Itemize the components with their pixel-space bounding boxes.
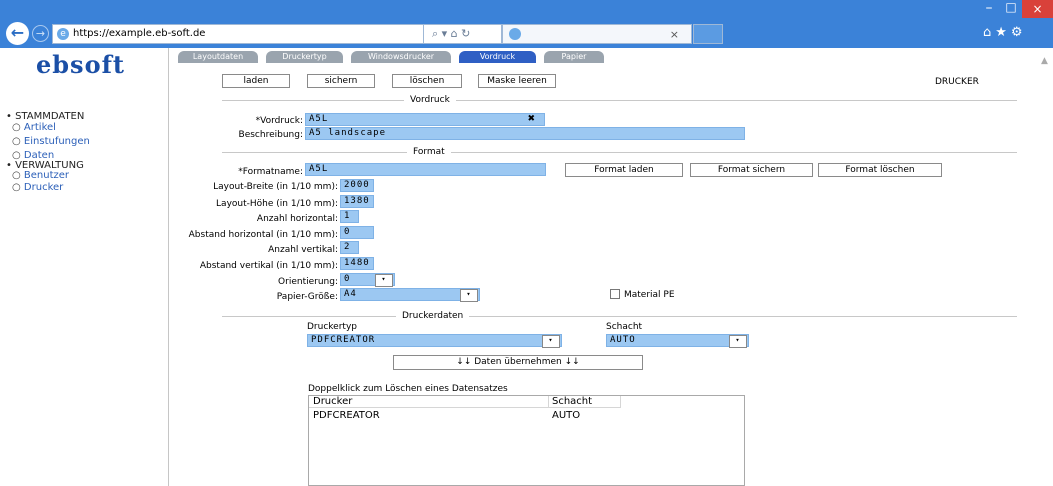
forward-arrow-icon[interactable]: →: [32, 25, 49, 42]
separator: [222, 152, 1017, 153]
material-pe-checkbox[interactable]: [610, 289, 620, 299]
formatname-field[interactable]: A5L: [305, 163, 546, 176]
loeschen-button[interactable]: löschen: [392, 74, 462, 88]
ebsoft-logo: ebsoft: [36, 50, 125, 79]
chevron-down-icon[interactable]: ▾: [375, 274, 393, 287]
formatname-label: *Formatname:: [238, 167, 303, 177]
close-window-button[interactable]: ×: [1022, 0, 1053, 18]
anzahl-horizontal-label: Anzahl horizontal:: [256, 214, 338, 224]
page-label: DRUCKER: [935, 77, 979, 87]
layout-breite-field[interactable]: 2000: [340, 179, 374, 192]
address-actions[interactable]: ⌕ ▾ ⌂ ↻: [424, 24, 502, 44]
address-url: https://example.eb-soft.de: [73, 28, 206, 39]
sidebar-section-stammdaten: • STAMMDATEN: [6, 111, 85, 122]
maske-leeren-button[interactable]: Maske leeren: [478, 74, 556, 88]
tab-vordruck[interactable]: Vordruck: [459, 51, 536, 63]
separator: [222, 100, 1017, 101]
address-bar[interactable]: e https://example.eb-soft.de: [52, 24, 424, 44]
layout-breite-label: Layout-Breite (in 1/10 mm):: [213, 182, 338, 192]
section-title-vordruck: Vordruck: [404, 95, 456, 105]
anzahl-horizontal-field[interactable]: 1: [340, 210, 359, 223]
tab-windowsdrucker[interactable]: Windowsdrucker: [351, 51, 451, 63]
format-sichern-button[interactable]: Format sichern: [690, 163, 813, 177]
abstand-horizontal-label: Abstand horizontal (in 1/10 mm):: [188, 230, 338, 240]
list-row-drucker[interactable]: PDFCREATOR: [313, 410, 380, 421]
sidebar-item-benutzer[interactable]: ○ Benutzer: [12, 170, 69, 181]
browser-tab[interactable]: ×: [502, 24, 692, 44]
new-tab-button[interactable]: [693, 24, 723, 44]
tab-layoutdaten[interactable]: Layoutdaten: [178, 51, 258, 63]
schacht-label: Schacht: [606, 322, 643, 332]
tab-favicon-icon: [509, 28, 521, 40]
material-pe-label: Material PE: [624, 290, 675, 300]
layout-hoehe-field[interactable]: 1380: [340, 195, 374, 208]
orientierung-label: Orientierung:: [278, 277, 338, 287]
druckertyp-select[interactable]: PDFCREATOR ▾: [307, 334, 562, 348]
beschreibung-field[interactable]: A5 landscape: [305, 127, 745, 140]
separator: [222, 316, 1017, 317]
delete-hint: Doppelklick zum Löschen eines Datensatze…: [308, 384, 508, 394]
tab-papier[interactable]: Papier: [544, 51, 604, 63]
sidebar-item-artikel[interactable]: ○ Artikel: [12, 122, 56, 133]
schacht-select[interactable]: AUTO ▾: [606, 334, 749, 348]
section-title-druckerdaten: Druckerdaten: [396, 311, 470, 321]
minimize-button[interactable]: –: [978, 0, 1000, 18]
beschreibung-label: Beschreibung:: [238, 130, 303, 140]
laden-button[interactable]: laden: [222, 74, 290, 88]
tab-druckertyp[interactable]: Druckertyp: [266, 51, 343, 63]
chevron-down-icon[interactable]: ▾: [729, 335, 747, 348]
ie-logo-icon: e: [57, 28, 69, 40]
tab-close-icon[interactable]: ×: [670, 28, 679, 41]
daten-uebernehmen-button[interactable]: ↓↓ Daten übernehmen ↓↓: [393, 355, 643, 370]
layout-hoehe-label: Layout-Höhe (in 1/10 mm):: [216, 199, 338, 209]
home-favorites-settings-icons[interactable]: ⌂★⚙: [983, 25, 1053, 45]
abstand-horizontal-field[interactable]: 0: [340, 226, 374, 239]
sidebar-item-drucker[interactable]: ○ Drucker: [12, 182, 63, 193]
abstand-vertikal-field[interactable]: 1480: [340, 257, 374, 270]
druckertyp-label: Druckertyp: [307, 322, 357, 332]
sichern-button[interactable]: sichern: [307, 74, 375, 88]
anzahl-vertikal-label: Anzahl vertikal:: [268, 245, 338, 255]
maximize-button[interactable]: □: [1000, 0, 1022, 18]
list-header-drucker[interactable]: Drucker: [309, 396, 549, 408]
vordruck-label: *Vordruck:: [255, 116, 303, 126]
papier-groesse-label: Papier-Größe:: [276, 292, 338, 302]
orientierung-select[interactable]: 0 ▾: [340, 273, 395, 287]
chevron-down-icon[interactable]: ▾: [460, 289, 478, 302]
list-header-schacht[interactable]: Schacht: [549, 396, 621, 408]
sidebar-item-einstufungen[interactable]: ○ Einstufungen: [12, 136, 90, 147]
format-loeschen-button[interactable]: Format löschen: [818, 163, 942, 177]
papier-groesse-select[interactable]: A4 ▾: [340, 288, 480, 302]
drucker-list[interactable]: Drucker Schacht PDFCREATOR AUTO: [308, 395, 745, 486]
back-arrow-icon[interactable]: ←: [6, 22, 29, 45]
chevron-down-icon[interactable]: ▾: [542, 335, 560, 348]
list-row-schacht[interactable]: AUTO: [552, 410, 580, 421]
clear-icon[interactable]: ✖: [527, 114, 536, 125]
anzahl-vertikal-field[interactable]: 2: [340, 241, 359, 254]
abstand-vertikal-label: Abstand vertikal (in 1/10 mm):: [199, 261, 338, 271]
scroll-up-icon[interactable]: ▲: [1041, 56, 1048, 66]
section-title-format: Format: [407, 147, 451, 157]
vordruck-field[interactable]: A5L ✖: [305, 113, 545, 126]
format-laden-button[interactable]: Format laden: [565, 163, 683, 177]
